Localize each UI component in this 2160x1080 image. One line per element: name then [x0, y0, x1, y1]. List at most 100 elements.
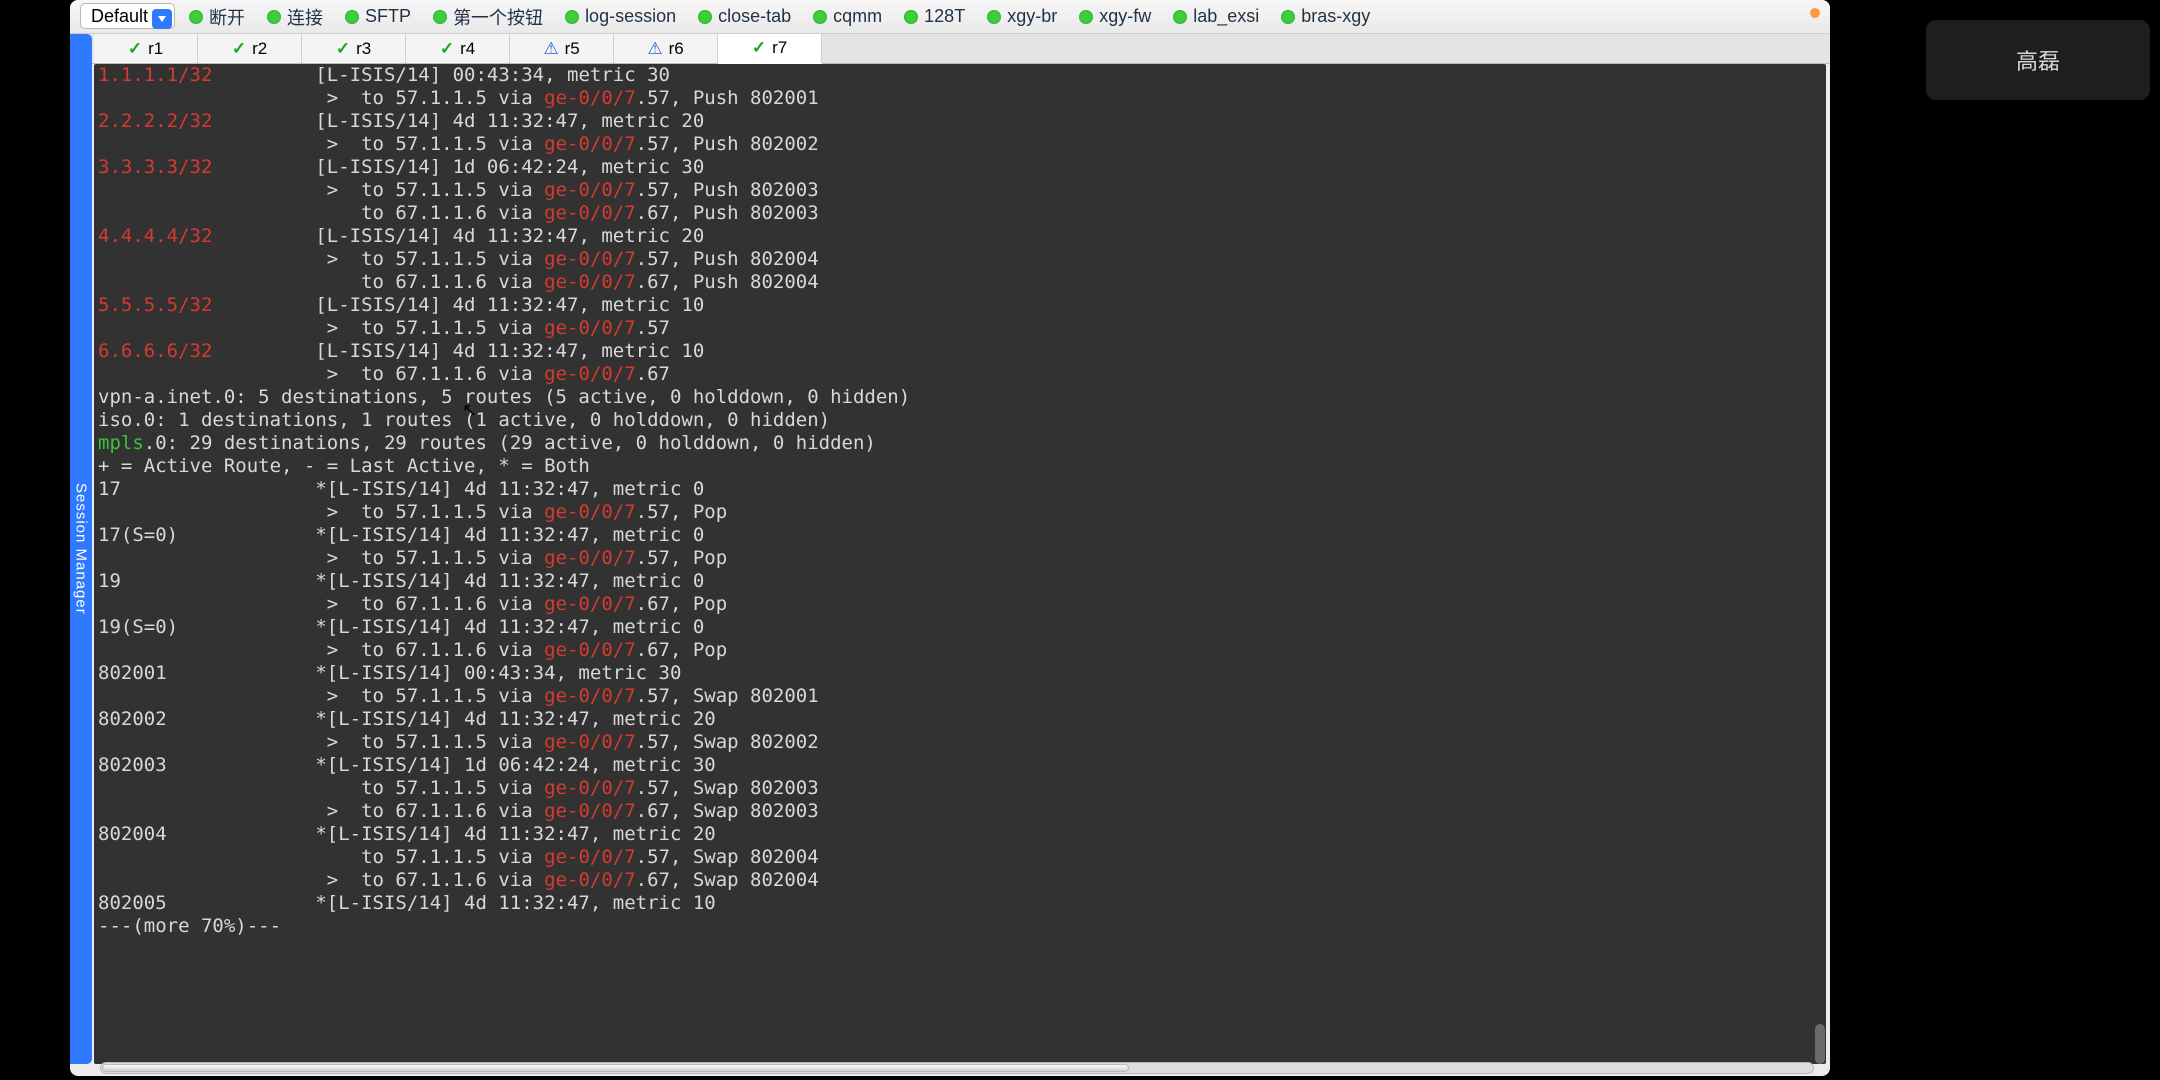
- terminal-highlight: ge-0/0/7: [544, 639, 636, 661]
- toolbar-button-128T[interactable]: 128T: [904, 6, 965, 27]
- terminal-line: > to 57.1.1.5 via ge-0/0/7.57, Push 8020…: [98, 133, 1826, 156]
- status-dot-icon: [1079, 10, 1093, 24]
- terminal-line: 19(S=0) *[L-ISIS/14] 4d 11:32:47, metric…: [98, 616, 1826, 639]
- vertical-scrollbar[interactable]: [1815, 64, 1825, 1064]
- terminal-highlight: ge-0/0/7: [544, 317, 636, 339]
- terminal-highlight: 1.1.1.1/32: [98, 64, 212, 86]
- horizontal-scrollbar[interactable]: [100, 1062, 1814, 1074]
- terminal-output[interactable]: 1.1.1.1/32 [L-ISIS/14] 00:43:34, metric …: [94, 64, 1826, 1064]
- terminal-line: 802005 *[L-ISIS/14] 4d 11:32:47, metric …: [98, 892, 1826, 915]
- terminal-text: 802002 *[L-ISIS/14] 4d 11:32:47, metric …: [98, 708, 716, 730]
- terminal-text: > to 57.1.1.5 via: [98, 179, 544, 201]
- status-dot-icon: [904, 10, 918, 24]
- toolbar-button-bras-xgy[interactable]: bras-xgy: [1281, 6, 1370, 27]
- status-dot-icon: [813, 10, 827, 24]
- vertical-scrollbar-thumb[interactable]: [1815, 1024, 1825, 1064]
- toolbar-button-label: 第一个按钮: [453, 4, 543, 30]
- terminal-text: > to 57.1.1.5 via: [98, 501, 544, 523]
- toolbar-button-第一个按钮[interactable]: 第一个按钮: [433, 4, 543, 30]
- toolbar-button-label: 断开: [209, 4, 245, 30]
- terminal-text: > to 67.1.1.6 via: [98, 869, 544, 891]
- toolbar-button-断开[interactable]: 断开: [189, 4, 245, 30]
- tab-r3[interactable]: ✓r3: [302, 34, 406, 63]
- terminal-text: .67: [636, 363, 670, 385]
- terminal-line: > to 57.1.1.5 via ge-0/0/7.57, Push 8020…: [98, 248, 1826, 271]
- tab-r6[interactable]: ⚠r6: [614, 34, 718, 63]
- terminal-line: to 67.1.1.6 via ge-0/0/7.67, Push 802003: [98, 202, 1826, 225]
- tab-label: r3: [356, 39, 371, 59]
- tab-r1[interactable]: ✓r1: [94, 34, 198, 63]
- tab-r2[interactable]: ✓r2: [198, 34, 302, 63]
- toolbar-button-label: xgy-br: [1007, 6, 1057, 27]
- status-dot-icon: [698, 10, 712, 24]
- terminal-text: .67, Push 802003: [636, 202, 819, 224]
- terminal-text: ---(more 70%)---: [98, 915, 281, 937]
- terminal-text: .57, Pop: [636, 501, 796, 523]
- terminal-text: .57, Swap 802004: [636, 846, 819, 868]
- toolbar-button-xgy-fw[interactable]: xgy-fw: [1079, 6, 1151, 27]
- terminal-line: 17(S=0) *[L-ISIS/14] 4d 11:32:47, metric…: [98, 524, 1826, 547]
- terminal-text: [L-ISIS/14] 4d 11:32:47, metric 20: [212, 225, 704, 247]
- toolbar-button-cqmm[interactable]: cqmm: [813, 6, 882, 27]
- toolbar-button-log-session[interactable]: log-session: [565, 6, 676, 27]
- toolbar-button-xgy-br[interactable]: xgy-br: [987, 6, 1057, 27]
- toolbar-button-连接[interactable]: 连接: [267, 4, 323, 30]
- tab-r5[interactable]: ⚠ r5: [510, 34, 614, 63]
- terminal-line: + = Active Route, - = Last Active, * = B…: [98, 455, 1826, 478]
- terminal-text: 19 *[L-ISIS/14] 4d 11:32:47, metric 0: [98, 570, 704, 592]
- chevron-down-icon[interactable]: [152, 9, 172, 29]
- terminal-line: > to 67.1.1.6 via ge-0/0/7.67: [98, 363, 1826, 386]
- toolbar-button-close-tab[interactable]: close-tab: [698, 6, 791, 27]
- terminal-text: 19(S=0) *[L-ISIS/14] 4d 11:32:47, metric…: [98, 616, 704, 638]
- terminal-text: > to 57.1.1.5 via: [98, 133, 544, 155]
- terminal-line: > to 67.1.1.6 via ge-0/0/7.67, Swap 8020…: [98, 869, 1826, 892]
- horizontal-scrollbar-thumb[interactable]: [102, 1064, 1129, 1072]
- terminal-text: .57, Swap 802003: [636, 777, 819, 799]
- terminal-line: 5.5.5.5/32 [L-ISIS/14] 4d 11:32:47, metr…: [98, 294, 1826, 317]
- toolbar-button-lab_exsi[interactable]: lab_exsi: [1173, 6, 1259, 27]
- terminal-highlight: ge-0/0/7: [544, 731, 636, 753]
- terminal-line: iso.0: 1 destinations, 1 routes (1 activ…: [98, 409, 1826, 432]
- terminal-highlight: ge-0/0/7: [544, 800, 636, 822]
- terminal-text: > to 67.1.1.6 via: [98, 593, 544, 615]
- terminal-line: to 57.1.1.5 via ge-0/0/7.57, Swap 802004: [98, 846, 1826, 869]
- notification-dot-icon: [1810, 8, 1820, 18]
- terminal-text: .0: 29 destinations, 29 routes (29 activ…: [144, 432, 876, 454]
- terminal-highlight: ge-0/0/7: [544, 501, 636, 523]
- terminal-highlight: 3.3.3.3/32: [98, 156, 212, 178]
- terminal-line: > to 57.1.1.5 via ge-0/0/7.57, Push 8020…: [98, 179, 1826, 202]
- terminal-line: 19 *[L-ISIS/14] 4d 11:32:47, metric 0: [98, 570, 1826, 593]
- warning-icon: ⚠: [543, 39, 558, 59]
- toolbar-button-label: 128T: [924, 6, 965, 27]
- profile-select-wrap[interactable]: Default: [80, 6, 175, 27]
- terminal-line: > to 57.1.1.5 via ge-0/0/7.57, Swap 8020…: [98, 685, 1826, 708]
- status-dot-icon: [565, 10, 579, 24]
- terminal-highlight: 4.4.4.4/32: [98, 225, 212, 247]
- terminal-text: .57: [636, 317, 670, 339]
- session-manager-handle[interactable]: Session Manager: [70, 34, 92, 1064]
- tab-label: r4: [460, 39, 475, 59]
- check-icon: ✓: [128, 39, 142, 59]
- terminal-text: .57, Push 802002: [636, 133, 819, 155]
- terminal-line: 2.2.2.2/32 [L-ISIS/14] 4d 11:32:47, metr…: [98, 110, 1826, 133]
- terminal-highlight: ge-0/0/7: [544, 685, 636, 707]
- terminal-text: .57, Swap 802002: [636, 731, 819, 753]
- tab-r7[interactable]: ✓r7: [718, 34, 822, 64]
- terminal-text: .57, Push 802001: [636, 87, 819, 109]
- terminal-text: vpn-a.inet.0: 5 destinations, 5 routes (…: [98, 386, 910, 408]
- terminal-text: .57, Push 802003: [636, 179, 819, 201]
- terminal-highlight: 2.2.2.2/32: [98, 110, 212, 132]
- toolbar-button-SFTP[interactable]: SFTP: [345, 6, 411, 27]
- tab-label: r7: [772, 38, 787, 58]
- terminal-text: 802005 *[L-ISIS/14] 4d 11:32:47, metric …: [98, 892, 716, 914]
- terminal-line: 6.6.6.6/32 [L-ISIS/14] 4d 11:32:47, metr…: [98, 340, 1826, 363]
- tab-r4[interactable]: ✓r4: [406, 34, 510, 63]
- terminal-highlight: ge-0/0/7: [544, 777, 636, 799]
- terminal-text: > to 57.1.1.5 via: [98, 731, 544, 753]
- status-dot-icon: [987, 10, 1001, 24]
- terminal-text: .67, Pop: [636, 639, 796, 661]
- session-manager-label: Session Manager: [73, 483, 90, 615]
- terminal-line: > to 67.1.1.6 via ge-0/0/7.67, Pop: [98, 593, 1826, 616]
- terminal-line: 3.3.3.3/32 [L-ISIS/14] 1d 06:42:24, metr…: [98, 156, 1826, 179]
- tab-label: r5: [565, 39, 580, 59]
